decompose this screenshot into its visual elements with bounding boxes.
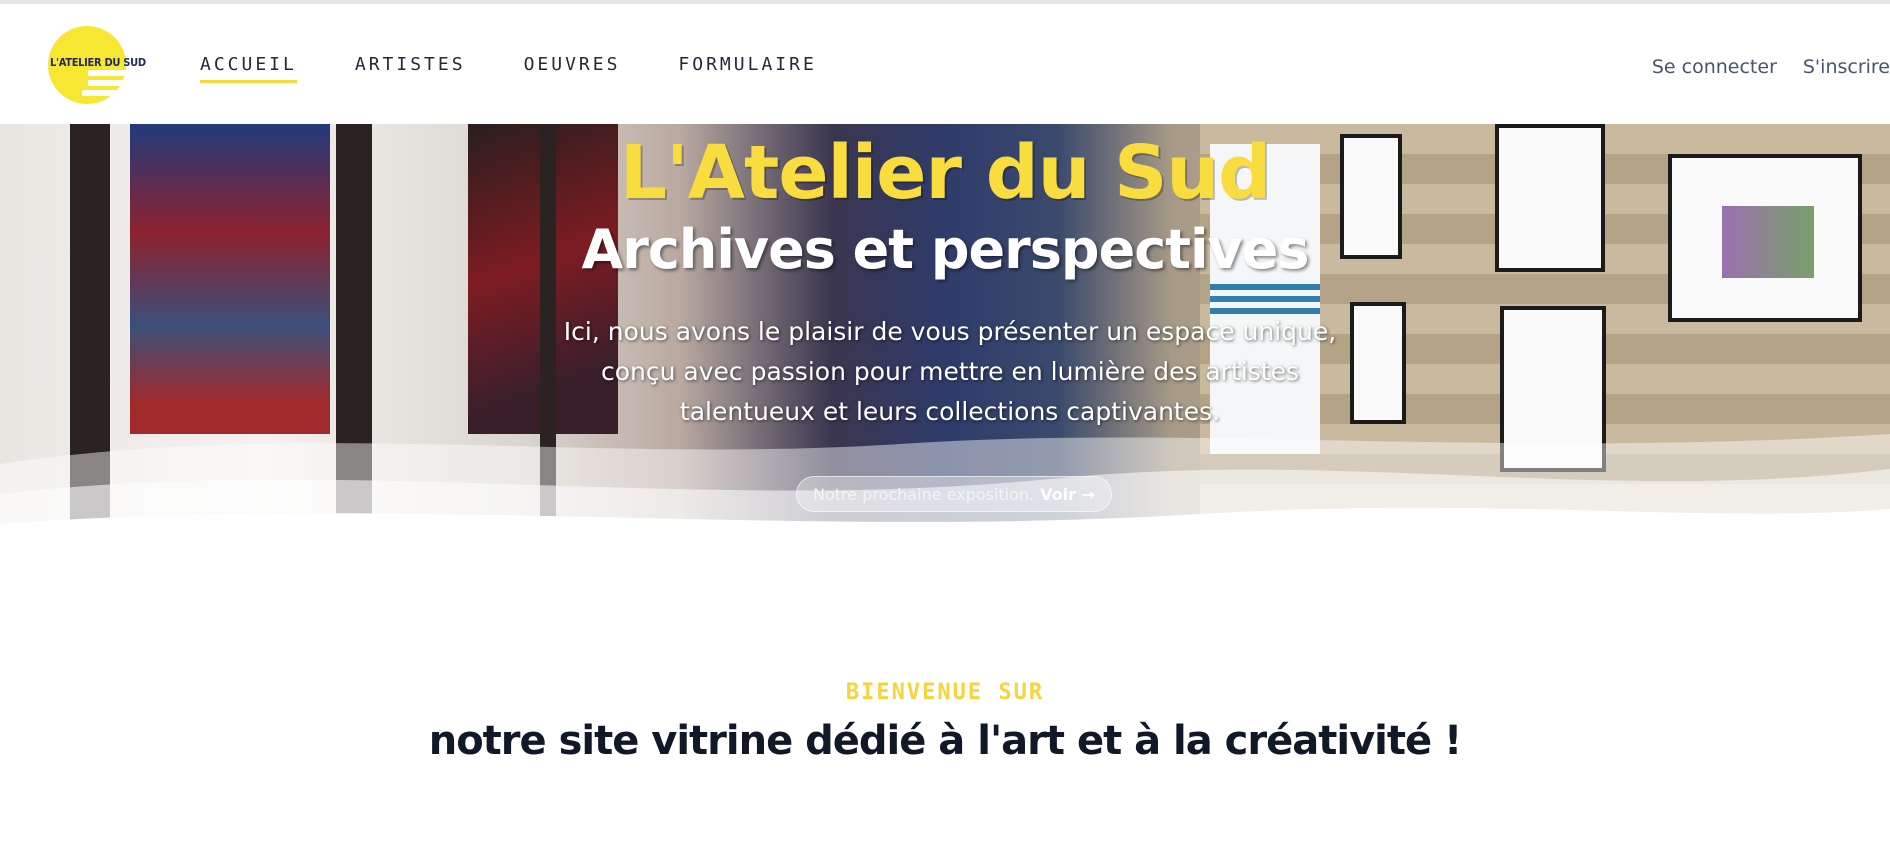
next-exhibition-link[interactable]: Voir → (1040, 485, 1095, 504)
next-exhibition-text: Notre prochaine exposition. (813, 484, 1035, 504)
nav-item-accueil[interactable]: Accueil (200, 54, 297, 83)
nav-item-oeuvres[interactable]: Oeuvres (524, 54, 621, 81)
site-header: L'ATELIER DU SUD Accueil Artistes Oeuvre… (0, 4, 1890, 124)
intro-title: notre site vitrine dédié à l'art et à la… (428, 718, 1463, 764)
next-exhibition-banner[interactable]: Notre prochaine exposition. Voir → (796, 476, 1112, 512)
site-logo[interactable]: L'ATELIER DU SUD (48, 26, 146, 104)
nav-item-artistes[interactable]: Artistes (355, 54, 466, 81)
hero-title: L'Atelier du Sud (619, 130, 1271, 216)
canvas-stripes (1210, 284, 1320, 314)
hero-subtitle: Archives et perspectives (581, 218, 1309, 281)
login-link[interactable]: Se connecter (1652, 56, 1777, 78)
hero-description: Ici, nous avons le plaisir de vous prése… (563, 317, 1337, 426)
hero-banner: L'Atelier du Sud Archives et perspective… (0, 124, 1890, 544)
logo-text: L'ATELIER DU SUD (50, 56, 146, 69)
register-link[interactable]: S'inscrire (1803, 56, 1890, 78)
nav-item-formulaire[interactable]: Formulaire (678, 54, 816, 81)
intro-kicker: Bienvenue sur (845, 680, 1045, 705)
main-nav: Accueil Artistes Oeuvres Formulaire (200, 54, 875, 83)
auth-links: Se connecter S'inscrire (1626, 56, 1890, 78)
